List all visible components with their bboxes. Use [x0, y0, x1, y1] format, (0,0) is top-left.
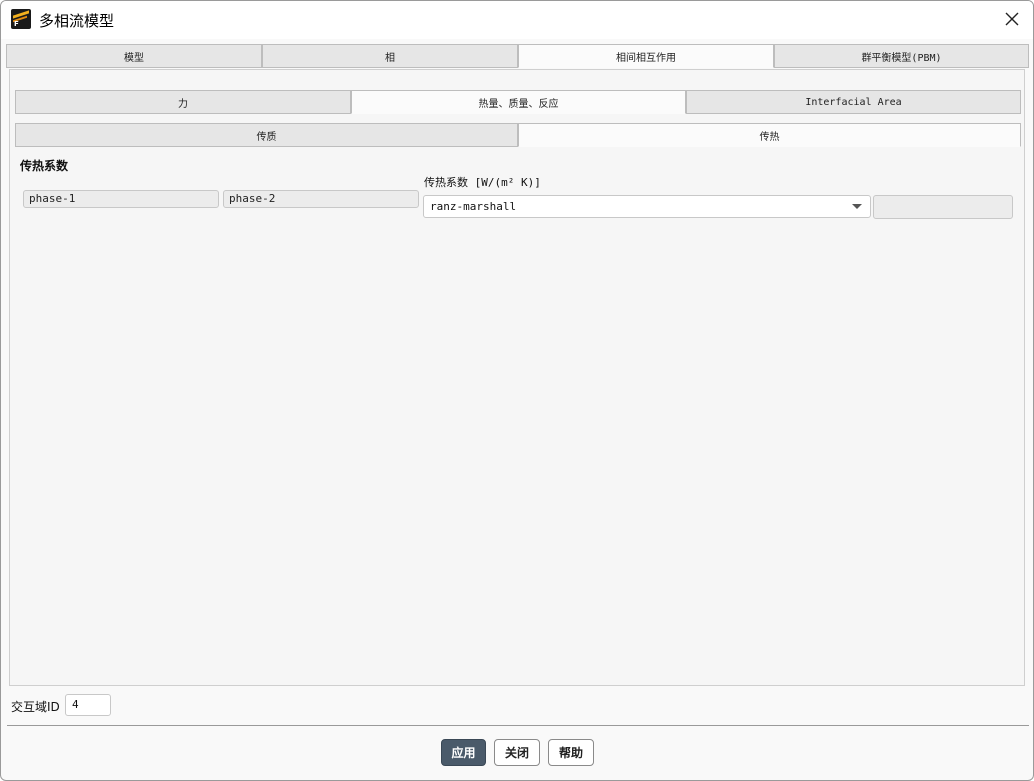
- tab-heat-mass-reactions[interactable]: 热量、质量、反应: [351, 90, 686, 114]
- interaction-zone-id-input[interactable]: 4: [65, 694, 111, 716]
- coefficient-unit-label: 传热系数 [W/(m² K)]: [424, 176, 541, 189]
- heat-mass-sub-tab-bar: 传质 传热: [15, 123, 1021, 147]
- interaction-zone-id-label: 交互域ID: [11, 700, 60, 714]
- close-window-button[interactable]: [999, 7, 1025, 31]
- multiphase-model-dialog: F 多相流模型 模型 相 相间相互作用 群平衡模型(PBM) 力 热量、质量、反…: [0, 0, 1034, 781]
- tab-forces[interactable]: 力: [15, 90, 351, 114]
- phase-1-field: phase-1: [23, 190, 219, 208]
- tab-phase-interaction[interactable]: 相间相互作用: [518, 44, 774, 68]
- selected-model-value: ranz-marshall: [430, 200, 517, 213]
- tab-interfacial-area[interactable]: Interfacial Area: [686, 90, 1021, 114]
- fluent-app-icon: F: [11, 9, 31, 29]
- phase-2-field: phase-2: [223, 190, 419, 208]
- coefficient-edit-button[interactable]: [873, 195, 1013, 219]
- help-button[interactable]: 帮助: [548, 739, 594, 766]
- tab-heat-transfer[interactable]: 传热: [518, 123, 1021, 147]
- heat-transfer-coefficient-heading: 传热系数: [20, 159, 69, 173]
- tab-model[interactable]: 模型: [6, 44, 262, 68]
- footer-divider: [7, 725, 1029, 726]
- chevron-down-icon: [852, 204, 862, 209]
- apply-button[interactable]: 应用: [441, 739, 486, 766]
- heat-transfer-coefficient-select[interactable]: ranz-marshall: [423, 195, 871, 218]
- close-button[interactable]: 关闭: [494, 739, 540, 766]
- interaction-panel: [9, 69, 1025, 686]
- close-icon: [1005, 12, 1019, 26]
- window-title: 多相流模型: [39, 12, 115, 30]
- main-tab-bar: 模型 相 相间相互作用 群平衡模型(PBM): [6, 44, 1029, 68]
- tab-mass-transfer[interactable]: 传质: [15, 123, 518, 147]
- tab-population-balance[interactable]: 群平衡模型(PBM): [774, 44, 1029, 68]
- tab-phases[interactable]: 相: [262, 44, 518, 68]
- title-bar: F 多相流模型: [1, 1, 1033, 39]
- interaction-sub-tab-bar: 力 热量、质量、反应 Interfacial Area: [15, 90, 1021, 114]
